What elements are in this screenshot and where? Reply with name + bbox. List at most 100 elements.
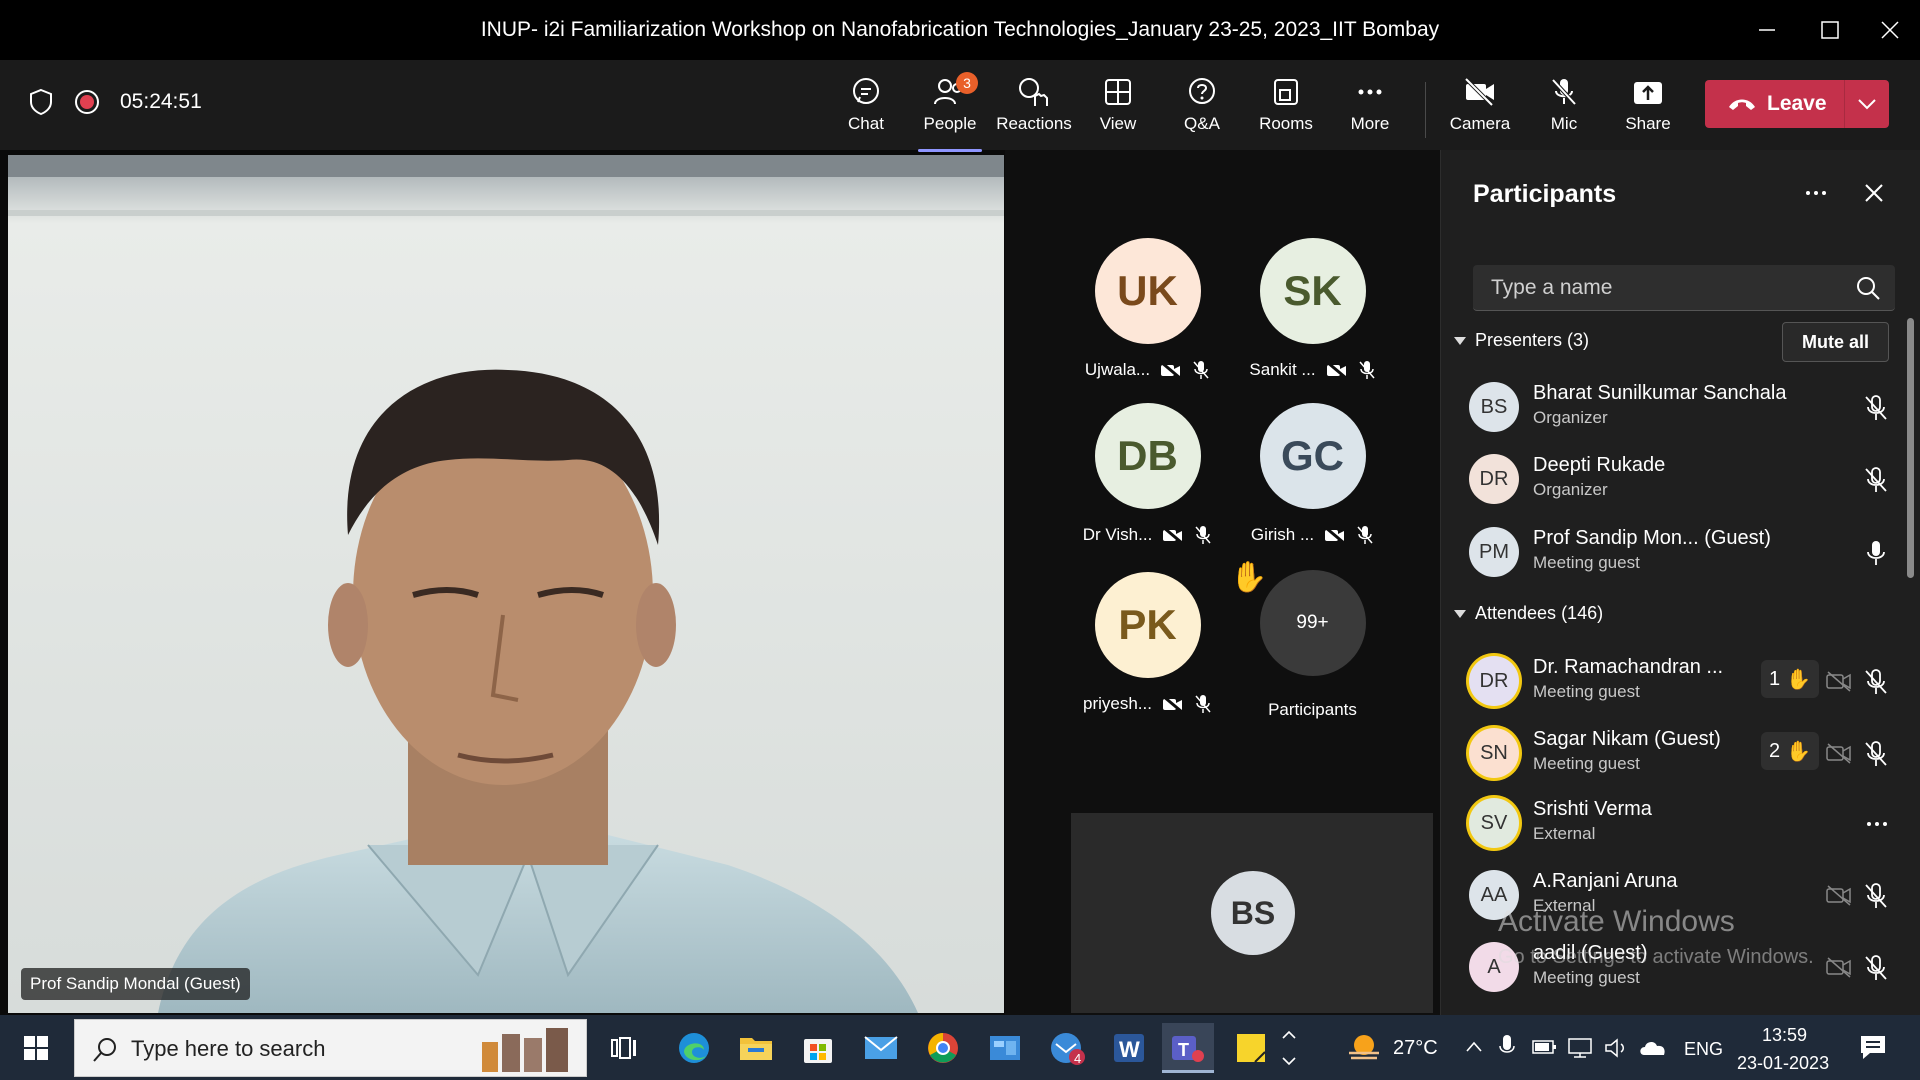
onedrive-cloud-icon[interactable] xyxy=(1638,1037,1668,1059)
leave-button[interactable]: Leave xyxy=(1705,80,1889,128)
share-icon xyxy=(1634,82,1662,104)
task-view-button[interactable] xyxy=(598,1023,650,1073)
gallery-tile[interactable]: PK priyesh... xyxy=(1065,572,1230,713)
participant-name: A.Ranjani Aruna xyxy=(1533,870,1678,892)
participant-search-input[interactable] xyxy=(1491,273,1831,303)
search-icon[interactable] xyxy=(1855,275,1881,301)
input-language[interactable]: ENG xyxy=(1684,1039,1723,1060)
mic-off-icon xyxy=(1865,883,1887,908)
leave-main[interactable]: Leave xyxy=(1705,92,1844,116)
avatar: UK xyxy=(1094,238,1201,344)
notification-center-icon[interactable] xyxy=(1858,1033,1888,1061)
more-options-icon[interactable] xyxy=(1863,810,1891,838)
participant-row[interactable]: DR Deepti Rukade Organizer xyxy=(1441,444,1901,514)
battery-icon[interactable] xyxy=(1532,1037,1558,1057)
participant-name: Sagar Nikam (Guest) xyxy=(1533,728,1721,750)
self-view: BS xyxy=(1071,813,1433,1013)
mail-app[interactable] xyxy=(855,1023,907,1073)
panel-close-button[interactable] xyxy=(1859,178,1889,213)
toolbar-divider xyxy=(1425,82,1426,138)
mute-all-button[interactable]: Mute all xyxy=(1782,322,1889,362)
raised-hand-icon: ✋ xyxy=(1786,668,1812,691)
teams-meeting-window: INUP- i2i Familiarization Workshop on Na… xyxy=(0,0,1920,1080)
caret-down-icon xyxy=(1454,609,1466,618)
participant-role: Organizer xyxy=(1533,408,1608,427)
taskbar-search-input[interactable] xyxy=(131,1034,431,1064)
self-avatar: BS xyxy=(1211,871,1295,955)
participant-row[interactable]: SN Sagar Nikam (Guest) Meeting guest 2 ✋ xyxy=(1441,718,1901,788)
outlook-app[interactable]: 4 xyxy=(1041,1023,1093,1073)
gallery-tile[interactable]: GC Girish ... xyxy=(1230,403,1395,544)
mail-icon xyxy=(864,1036,898,1059)
minimize-button[interactable] xyxy=(1747,10,1787,50)
chevron-up-icon[interactable] xyxy=(1464,1037,1484,1057)
control-panel-icon xyxy=(990,1036,1020,1060)
presenters-section-toggle[interactable]: Presenters (3) xyxy=(1453,330,1589,351)
participant-row[interactable]: BS Bharat Sunilkumar Sanchala Organizer xyxy=(1441,372,1901,442)
maximize-icon xyxy=(1821,21,1839,39)
teams-app[interactable]: T xyxy=(1162,1023,1214,1073)
start-button[interactable] xyxy=(10,1023,62,1073)
speaker-video-frame xyxy=(8,155,1004,1013)
gallery-tile[interactable]: DB Dr Vish... xyxy=(1065,403,1230,544)
close-window-button[interactable] xyxy=(1870,10,1910,50)
sticky-notes-app[interactable] xyxy=(1225,1023,1277,1073)
people-button[interactable]: 3 People xyxy=(908,70,992,152)
gallery-tile-name-row: priyesh... xyxy=(1065,694,1230,714)
participant-row[interactable]: PM Prof Sandip Mon... (Guest) Meeting gu… xyxy=(1441,517,1901,587)
participant-search[interactable] xyxy=(1473,265,1895,311)
clock-date[interactable]: 23-01-2023 xyxy=(1737,1053,1829,1074)
panel-more-button[interactable] xyxy=(1801,178,1831,213)
microphone-tray-icon[interactable] xyxy=(1498,1033,1516,1061)
folder-icon xyxy=(740,1038,772,1060)
camera-off-icon xyxy=(1162,526,1184,544)
participant-row[interactable]: SV Srishti Verma External xyxy=(1441,788,1901,858)
microsoft-store-app[interactable] xyxy=(792,1023,844,1073)
attendees-section-label: Attendees (146) xyxy=(1475,603,1604,623)
chevron-down-icon xyxy=(1858,99,1876,110)
camera-button[interactable]: Camera xyxy=(1438,70,1522,150)
mic-off-icon xyxy=(1357,526,1373,544)
more-participants-tile[interactable]: 99+ ✋ Participants xyxy=(1230,561,1395,719)
clock-time[interactable]: 13:59 xyxy=(1762,1025,1807,1046)
network-icon[interactable] xyxy=(1568,1037,1594,1059)
more-button[interactable]: More xyxy=(1328,70,1412,150)
attendees-section-toggle[interactable]: Attendees (146) xyxy=(1453,603,1603,624)
chrome-app[interactable] xyxy=(917,1023,969,1073)
avatar: SK xyxy=(1259,238,1366,344)
gallery-tile[interactable]: SK Sankit ... xyxy=(1230,238,1395,379)
camera-off-icon xyxy=(1324,526,1346,544)
more-participants-label: Participants xyxy=(1268,700,1357,719)
control-panel-app[interactable] xyxy=(979,1023,1031,1073)
rooms-button[interactable]: Rooms xyxy=(1244,70,1328,150)
chat-icon xyxy=(853,78,879,104)
share-button[interactable]: Share xyxy=(1606,70,1690,150)
mic-button[interactable]: Mic xyxy=(1522,70,1606,150)
maximize-button[interactable] xyxy=(1810,10,1850,50)
leave-options-button[interactable] xyxy=(1845,97,1889,111)
chat-button[interactable]: Chat xyxy=(824,70,908,150)
task-view-icon xyxy=(611,1037,636,1059)
participant-row[interactable]: DR Dr. Ramachandran ... Meeting guest 1 … xyxy=(1441,646,1901,716)
view-button[interactable]: View xyxy=(1076,70,1160,150)
volume-icon[interactable] xyxy=(1604,1037,1630,1059)
gallery-tile-name: Sankit ... xyxy=(1249,360,1316,379)
taskbar-search[interactable] xyxy=(74,1019,587,1077)
meeting-timer: 05:24:51 xyxy=(120,90,202,113)
gallery-tile[interactable]: UK Ujwala... xyxy=(1065,238,1230,379)
edge-app[interactable] xyxy=(668,1023,720,1073)
qna-button[interactable]: Q&A xyxy=(1160,70,1244,150)
avatar: DR xyxy=(1469,656,1519,706)
close-icon xyxy=(1881,21,1899,39)
more-icon xyxy=(1358,89,1382,95)
view-icon xyxy=(1105,79,1131,105)
word-icon: W xyxy=(1114,1034,1144,1062)
participant-role: Meeting guest xyxy=(1533,553,1640,572)
file-explorer-app[interactable] xyxy=(730,1023,782,1073)
panel-scrollbar[interactable] xyxy=(1907,318,1914,578)
mic-off-icon xyxy=(1865,395,1887,420)
mic-off-icon xyxy=(1193,361,1209,379)
reactions-button[interactable]: Reactions xyxy=(992,70,1076,150)
word-app[interactable]: W xyxy=(1103,1023,1155,1073)
taskbar-scroll[interactable] xyxy=(1275,1023,1303,1073)
